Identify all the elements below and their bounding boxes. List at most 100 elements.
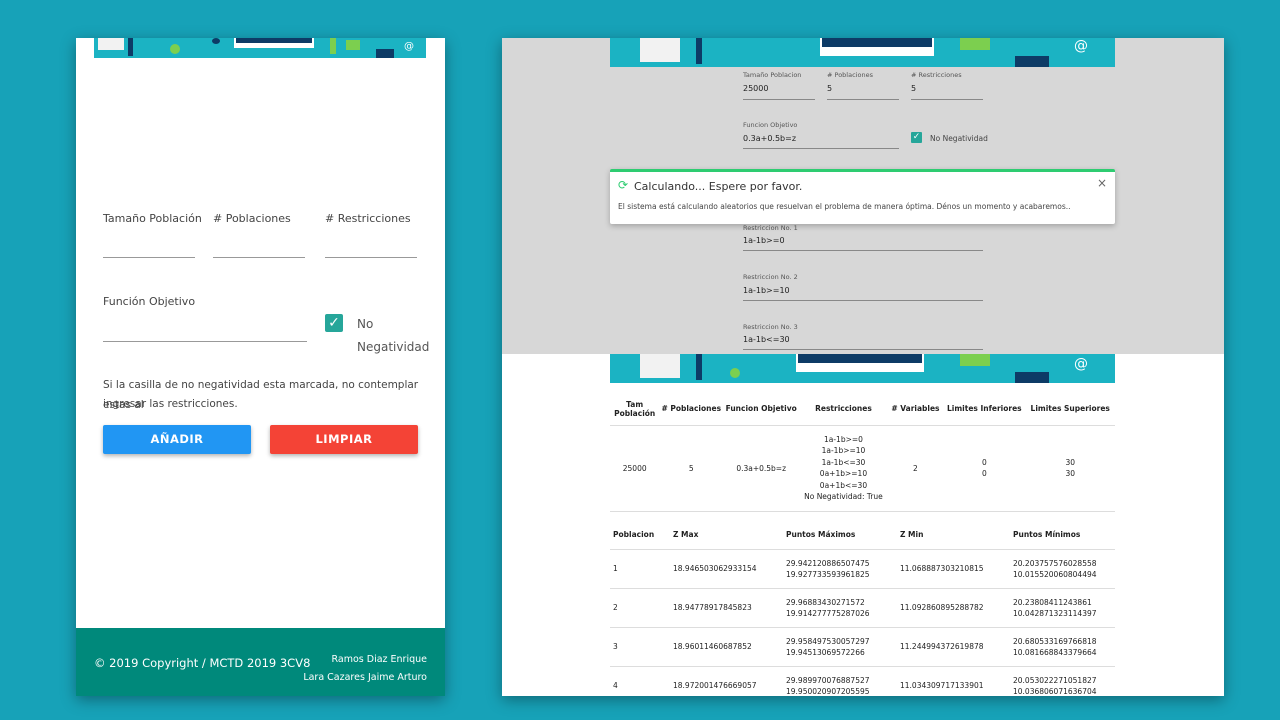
restriction-2-input[interactable]: 1a-1b>=10 — [743, 286, 790, 295]
summary-objective: 0.3a+0.5b=z — [736, 463, 787, 473]
cell-pmin: 20.680533169766818 10.081668843379664 — [1012, 627, 1115, 666]
no-negativity-checkbox[interactable]: ✓ — [911, 132, 922, 143]
results-header: Puntos Mínimos — [1013, 530, 1081, 540]
cell-pmin: 20.203757576028558 10.015520060804494 — [1012, 549, 1115, 588]
num-restrictions-input[interactable]: 5 — [911, 84, 916, 93]
cell-pmax: 29.96883430271572 19.914277775287026 — [785, 588, 899, 627]
point-value: 20.23808411243861 — [1013, 597, 1092, 607]
num-restrictions-underline — [911, 99, 983, 100]
table-row: 2 18.94778917845823 29.96883430271572 19.… — [610, 588, 1115, 627]
toast-close-button[interactable]: × — [1097, 176, 1107, 190]
objective-function-label: Funcion Objetivo — [743, 121, 798, 129]
summary-row: 25000 5 0.3a+0.5b=z 1a-1b>=0 1a-1b>=10 1… — [610, 425, 1115, 511]
summary-lower-limits: 0 0 — [943, 425, 1025, 511]
summary-upper-limits: 30 30 — [1025, 425, 1115, 511]
restriction-3-underline — [743, 349, 983, 350]
summary-header: Limites Superiores — [1030, 404, 1110, 414]
cell-zmin: 11.034309717133901 — [900, 681, 984, 691]
point-value: 20.053022271051827 — [1013, 675, 1097, 685]
form-overlay-area: @ Tamaño Poblacion 25000 # Poblaciones 5… — [502, 38, 1224, 354]
num-populations-input[interactable] — [213, 257, 305, 258]
objective-function-input[interactable]: 0.3a+0.5b=z — [743, 134, 796, 143]
lower-limit: 0 — [981, 457, 987, 467]
cell-zmax: 18.94778917845823 — [673, 603, 752, 612]
num-populations-label: # Poblaciones — [213, 212, 291, 225]
cell-pmin: 20.23808411243861 10.042871323114397 — [1012, 588, 1115, 627]
cell-pmin: 20.053022271051827 10.036806071636704 — [1012, 666, 1115, 696]
cell-population: 3 — [613, 642, 618, 651]
restriction-item: 1a-1b>=10 — [821, 446, 866, 455]
num-restrictions-input[interactable] — [325, 257, 417, 258]
num-restrictions-label: # Restricciones — [911, 71, 962, 79]
point-value: 29.942120886507475 — [786, 558, 870, 568]
restriction-1-input[interactable]: 1a-1b>=0 — [743, 236, 785, 245]
point-value: 29.989970076887527 — [786, 675, 870, 685]
upper-limit: 30 — [1065, 457, 1075, 467]
restriction-item: 1a-1b>=0 — [823, 434, 863, 444]
num-restrictions-label: # Restricciones — [325, 212, 411, 225]
copyright-text: © 2019 Copyright / MCTD 2019 3CV8 — [94, 656, 311, 670]
population-size-label: Tamaño Poblacion — [743, 71, 802, 79]
no-negativity-label-line2: Negatividad — [357, 340, 430, 354]
results-header: Z Min — [900, 530, 924, 540]
summary-population: 25000 — [622, 463, 647, 473]
header-banner: @ — [94, 38, 426, 58]
summary-header: Funcion Objetivo — [725, 404, 797, 414]
cell-zmin: 11.244994372619878 — [900, 642, 984, 651]
mobile-view-panel: @ Tamaño Población # Poblaciones # Restr… — [76, 38, 445, 696]
point-value: 19.927733593961825 — [786, 569, 870, 579]
point-value: 19.950020907205595 — [786, 686, 870, 696]
point-value: 10.036806071636704 — [1013, 686, 1097, 696]
toast-message: El sistema está calculando aleatorios qu… — [618, 202, 1071, 211]
spinner-icon: ⟳ — [618, 178, 629, 192]
cell-population: 2 — [613, 603, 618, 612]
restriction-2-underline — [743, 300, 983, 301]
header-banner-top: @ — [610, 38, 1115, 67]
table-row: 1 18.946503062933154 29.942120886507475 1… — [610, 549, 1115, 588]
upper-limit: 30 — [1065, 469, 1075, 478]
cell-zmax: 18.96011460687852 — [673, 642, 752, 651]
lower-limit: 0 — [981, 469, 987, 478]
num-populations-input[interactable]: 5 — [827, 84, 832, 93]
table-row: 3 18.96011460687852 29.958497530057297 19… — [610, 627, 1115, 666]
clear-button[interactable]: LIMPIAR — [270, 425, 418, 454]
add-button[interactable]: AÑADIR — [103, 425, 251, 454]
summary-variables: 2 — [913, 463, 918, 473]
objective-function-underline — [743, 148, 899, 149]
results-header: Z Max — [673, 530, 699, 540]
summary-restrictions: 1a-1b>=0 1a-1b>=10 1a-1b<=30 0a+1b>=10 0… — [799, 425, 887, 511]
objective-function-field[interactable]: Función Objetivo — [103, 290, 307, 342]
num-restrictions-field[interactable]: # Restricciones — [325, 207, 417, 258]
point-value: 10.015520060804494 — [1013, 569, 1097, 579]
no-negativity-checkbox[interactable]: ✓ — [325, 314, 343, 332]
point-value: 10.042871323114397 — [1013, 608, 1097, 618]
summary-header: Limites Inferiores — [947, 404, 1022, 414]
restriction-3-label: Restriccion No. 3 — [743, 323, 798, 331]
objective-function-input[interactable] — [103, 341, 307, 342]
restriction-2-label: Restriccion No. 2 — [743, 273, 798, 281]
summary-table: Tam Población # Poblaciones Funcion Obje… — [610, 393, 1115, 512]
num-populations-field[interactable]: # Poblaciones — [213, 207, 305, 258]
desktop-view-panel: @ Tamaño Poblacion 25000 # Poblaciones 5… — [502, 38, 1224, 696]
cell-zmin: 11.068887303210815 — [900, 564, 984, 573]
point-value: 10.081668843379664 — [1013, 647, 1097, 657]
num-populations-label: # Poblaciones — [827, 71, 873, 79]
results-header: Puntos Máximos — [786, 530, 856, 540]
population-size-field[interactable]: Tamaño Población — [103, 207, 202, 258]
summary-header: # Poblaciones — [661, 404, 722, 414]
point-value: 19.914277775287026 — [786, 608, 870, 618]
point-value: 29.958497530057297 — [786, 636, 870, 646]
restriction-3-input[interactable]: 1a-1b<=30 — [743, 335, 790, 344]
cell-pmax: 29.942120886507475 19.927733593961825 — [785, 549, 899, 588]
restriction-item: 0a+1b<=30 — [819, 480, 868, 490]
objective-function-label: Función Objetivo — [103, 295, 196, 308]
cell-population: 1 — [613, 564, 618, 573]
no-negativity-note-line2: ingresar las restricciones. — [103, 398, 238, 410]
point-value: 20.680533169766818 — [1013, 636, 1097, 646]
no-negativity-label-line1: No — [357, 317, 374, 331]
restriction-item: No Negatividad: True — [804, 492, 883, 501]
cell-population: 4 — [613, 681, 618, 691]
population-size-input[interactable] — [103, 257, 195, 258]
results-table: Poblacion Z Max Puntos Máximos Z Min Pun… — [610, 521, 1115, 696]
population-size-input[interactable]: 25000 — [743, 84, 768, 93]
